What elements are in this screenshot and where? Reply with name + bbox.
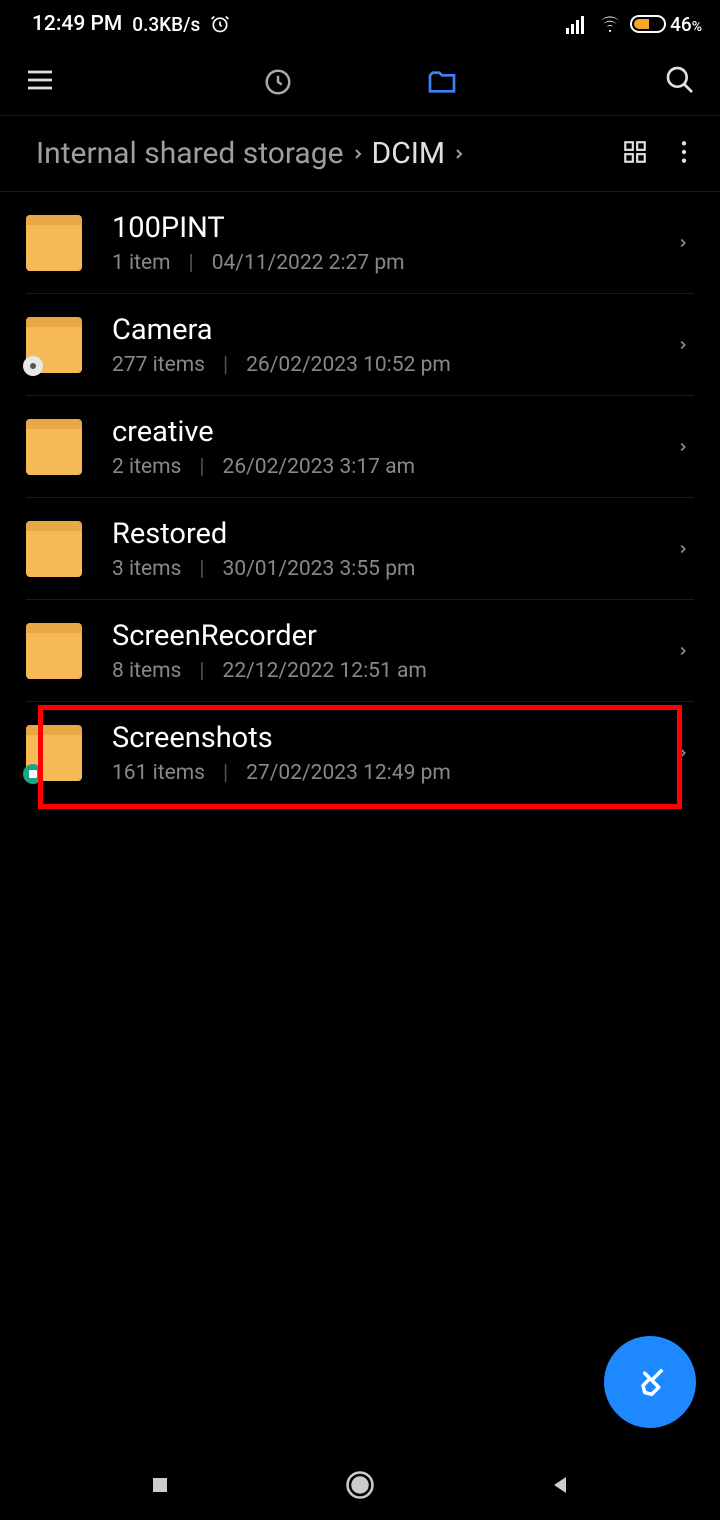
folder-icon bbox=[26, 419, 82, 475]
tab-recent[interactable] bbox=[261, 65, 295, 99]
folder-name: 100PINT bbox=[112, 211, 646, 245]
folder-meta: 8 items|22/12/2022 12:51 am bbox=[112, 659, 646, 683]
folder-list: 100PINT 1 item|04/11/2022 2:27 pm Camera… bbox=[0, 192, 720, 804]
menu-button[interactable] bbox=[16, 56, 64, 108]
folder-icon bbox=[26, 521, 82, 577]
folder-meta: 3 items|30/01/2023 3:55 pm bbox=[112, 557, 646, 581]
chevron-right-icon bbox=[676, 231, 694, 255]
status-network-speed: 0.3KB/s bbox=[132, 13, 200, 36]
folder-meta: 2 items|26/02/2023 3:17 am bbox=[112, 455, 646, 479]
clean-fab[interactable] bbox=[604, 1336, 696, 1428]
folder-row[interactable]: 100PINT 1 item|04/11/2022 2:27 pm bbox=[26, 192, 694, 294]
chevron-right-icon bbox=[676, 741, 694, 765]
chevron-right-icon bbox=[676, 537, 694, 561]
breadcrumb-root[interactable]: Internal shared storage bbox=[36, 136, 344, 171]
more-options-button[interactable] bbox=[664, 129, 704, 179]
chevron-right-icon bbox=[451, 140, 467, 168]
folder-name: creative bbox=[112, 415, 646, 449]
folder-row[interactable]: ScreenRecorder 8 items|22/12/2022 12:51 … bbox=[26, 600, 694, 702]
chevron-right-icon bbox=[676, 333, 694, 357]
folder-icon bbox=[26, 623, 82, 679]
folder-row[interactable]: Restored 3 items|30/01/2023 3:55 pm bbox=[26, 498, 694, 600]
folder-icon bbox=[26, 215, 82, 271]
folder-icon bbox=[26, 725, 82, 781]
folder-meta: 1 item|04/11/2022 2:27 pm bbox=[112, 251, 646, 275]
chevron-right-icon bbox=[350, 140, 366, 168]
breadcrumb[interactable]: Internal shared storage DCIM bbox=[36, 136, 606, 171]
nav-home-button[interactable] bbox=[340, 1465, 380, 1505]
nav-back-button[interactable] bbox=[540, 1465, 580, 1505]
chevron-right-icon bbox=[676, 435, 694, 459]
app-bar bbox=[0, 48, 720, 116]
status-bar: 12:49 PM 0.3KB/s 46% bbox=[0, 0, 720, 48]
search-button[interactable] bbox=[656, 56, 704, 108]
folder-icon bbox=[26, 317, 82, 373]
grid-view-button[interactable] bbox=[606, 129, 664, 179]
navigation-bar bbox=[0, 1450, 720, 1520]
folder-row[interactable]: creative 2 items|26/02/2023 3:17 am bbox=[26, 396, 694, 498]
chevron-right-icon bbox=[676, 639, 694, 663]
folder-meta: 161 items|27/02/2023 12:49 pm bbox=[112, 761, 646, 785]
folder-name: Restored bbox=[112, 517, 646, 551]
wifi-icon bbox=[598, 14, 622, 34]
folder-name: ScreenRecorder bbox=[112, 619, 646, 653]
folder-name: Screenshots bbox=[112, 721, 646, 755]
folder-meta: 277 items|26/02/2023 10:52 pm bbox=[112, 353, 646, 377]
breadcrumb-current[interactable]: DCIM bbox=[372, 136, 446, 171]
alarm-icon bbox=[210, 14, 230, 34]
folder-name: Camera bbox=[112, 313, 646, 347]
nav-recents-button[interactable] bbox=[140, 1465, 180, 1505]
breadcrumb-row: Internal shared storage DCIM bbox=[0, 116, 720, 192]
battery-indicator: 46% bbox=[630, 13, 702, 36]
tab-files[interactable] bbox=[425, 65, 459, 99]
folder-row[interactable]: Camera 277 items|26/02/2023 10:52 pm bbox=[26, 294, 694, 396]
folder-badge-icon bbox=[23, 764, 43, 784]
signal-icon bbox=[566, 14, 590, 34]
status-time: 12:49 PM bbox=[32, 12, 122, 36]
folder-row[interactable]: Screenshots 161 items|27/02/2023 12:49 p… bbox=[26, 702, 694, 804]
folder-badge-icon bbox=[23, 356, 43, 376]
